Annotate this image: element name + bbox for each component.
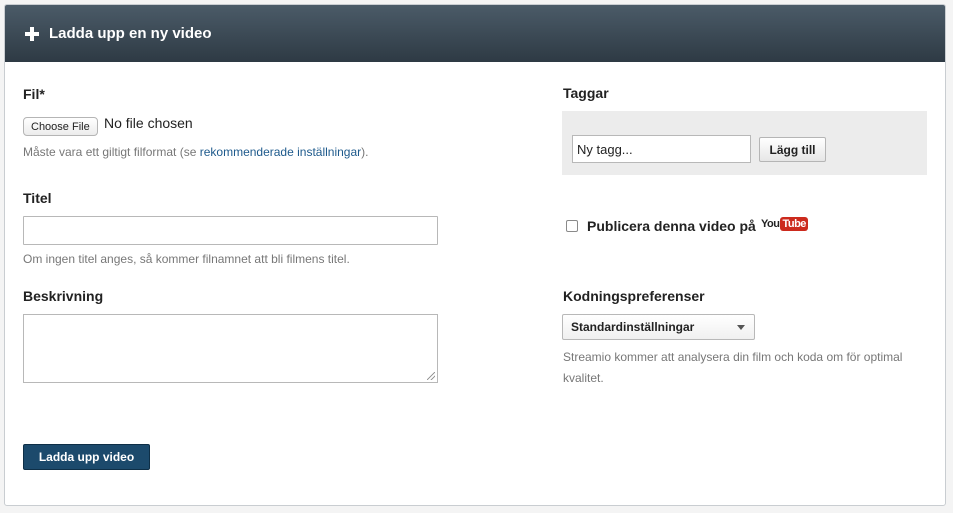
- encoding-label: Kodningspreferenser: [563, 288, 705, 304]
- title-input[interactable]: [23, 216, 438, 245]
- file-label: Fil*: [23, 86, 45, 102]
- title-hint: Om ingen titel anges, så kommer filnamne…: [23, 252, 350, 266]
- upload-video-button[interactable]: Ladda upp video: [23, 444, 150, 470]
- chevron-down-icon: [737, 325, 745, 330]
- file-status: No file chosen: [104, 115, 193, 131]
- publish-youtube-checkbox[interactable]: [566, 220, 578, 232]
- youtube-logo: You Tube: [761, 217, 808, 231]
- plus-icon: [25, 26, 39, 41]
- publish-label: Publicera denna video på: [587, 218, 756, 234]
- panel-header: Ladda upp en ny video: [5, 5, 945, 62]
- encoding-select[interactable]: Standardinställningar: [562, 314, 755, 340]
- encoding-selected-value: Standardinställningar: [571, 320, 695, 334]
- file-hint-prefix: Måste vara ett giltigt filformat (se: [23, 145, 200, 159]
- file-hint-suffix: ).: [361, 145, 369, 159]
- title-label: Titel: [23, 190, 52, 206]
- description-label: Beskrivning: [23, 288, 104, 304]
- file-hint: Måste vara ett giltigt filformat (se rek…: [23, 142, 369, 163]
- description-textarea[interactable]: [23, 314, 438, 383]
- choose-file-button[interactable]: Choose File: [23, 117, 98, 136]
- encoding-hint: Streamio kommer att analysera din film o…: [563, 350, 903, 385]
- tags-label: Taggar: [563, 85, 609, 101]
- panel-title: Ladda upp en ny video: [49, 25, 212, 42]
- youtube-logo-tube: Tube: [780, 217, 808, 231]
- resize-grip-icon[interactable]: [427, 372, 435, 380]
- tag-input[interactable]: Ny tagg...: [572, 135, 751, 163]
- youtube-logo-you: You: [761, 218, 780, 230]
- add-tag-button[interactable]: Lägg till: [759, 137, 826, 162]
- recommended-settings-link[interactable]: rekommenderade inställningar: [200, 145, 361, 159]
